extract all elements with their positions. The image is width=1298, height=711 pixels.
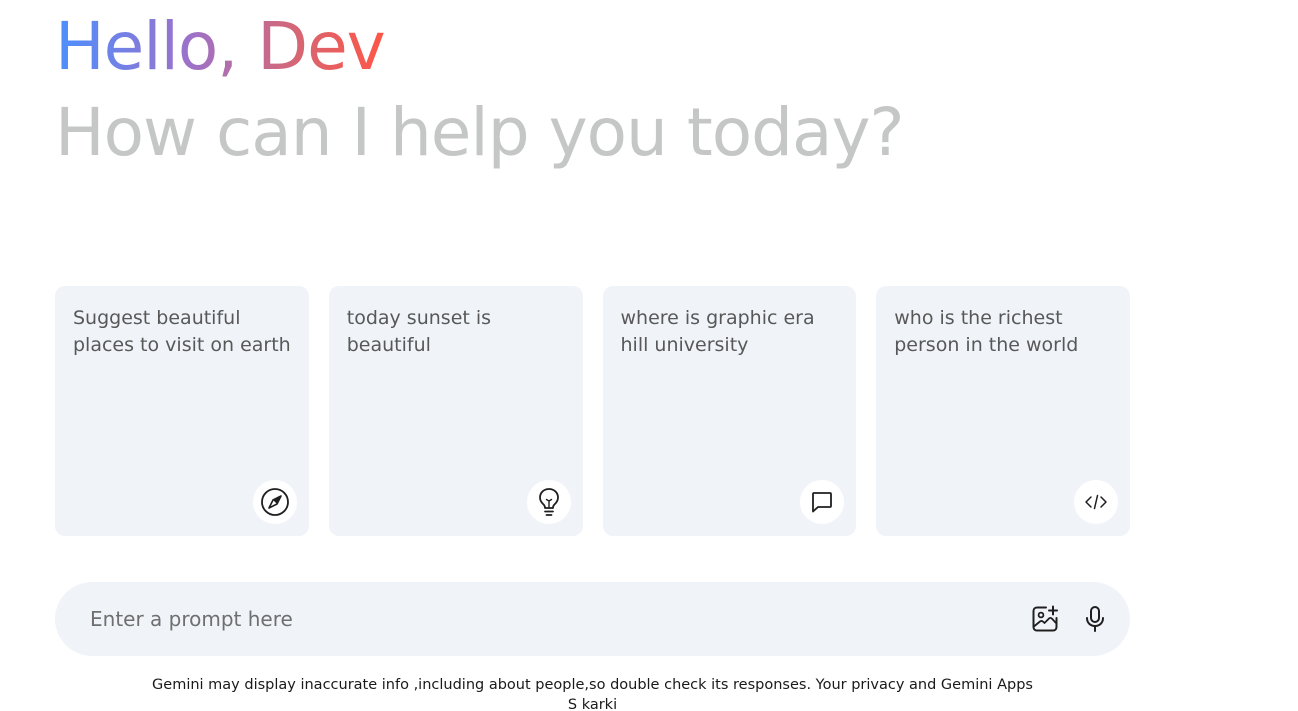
prompt-actions	[1030, 604, 1110, 634]
gallery-add-icon[interactable]	[1030, 604, 1060, 634]
greeting-hello: Hello, Dev	[55, 4, 386, 90]
message-icon	[800, 480, 845, 524]
bulb-icon	[526, 480, 571, 524]
suggestion-card-university[interactable]: where is graphic era hill university	[602, 286, 857, 536]
microphone-icon[interactable]	[1080, 604, 1110, 634]
greeting-subtitle: How can I help you today?	[55, 94, 905, 171]
author-text: S karki	[567, 697, 618, 711]
footer-disclaimer: Gemini may display inaccurate info ,incl…	[0, 675, 1185, 711]
suggestion-cards: Suggest beautiful places to visit on ear…	[55, 286, 1130, 536]
prompt-bar	[55, 582, 1130, 656]
suggestion-card-richest[interactable]: who is the richest person in the world	[876, 286, 1130, 536]
main-container: Hello, Dev How can I help you today? Sug…	[0, 0, 1298, 711]
prompt-input[interactable]	[90, 599, 1030, 639]
code-icon	[1074, 480, 1118, 524]
compass-icon	[252, 480, 297, 524]
card-text: who is the richest person in the world	[894, 307, 1079, 356]
disclaimer-text: Gemini may display inaccurate info ,incl…	[152, 677, 1033, 693]
card-text: today sunset is beautiful	[346, 307, 492, 356]
suggestion-card-places[interactable]: Suggest beautiful places to visit on ear…	[55, 286, 309, 536]
card-text: where is graphic era hill university	[620, 307, 815, 356]
suggestion-card-sunset[interactable]: today sunset is beautiful	[328, 286, 583, 536]
card-text: Suggest beautiful places to visit on ear…	[73, 307, 291, 356]
